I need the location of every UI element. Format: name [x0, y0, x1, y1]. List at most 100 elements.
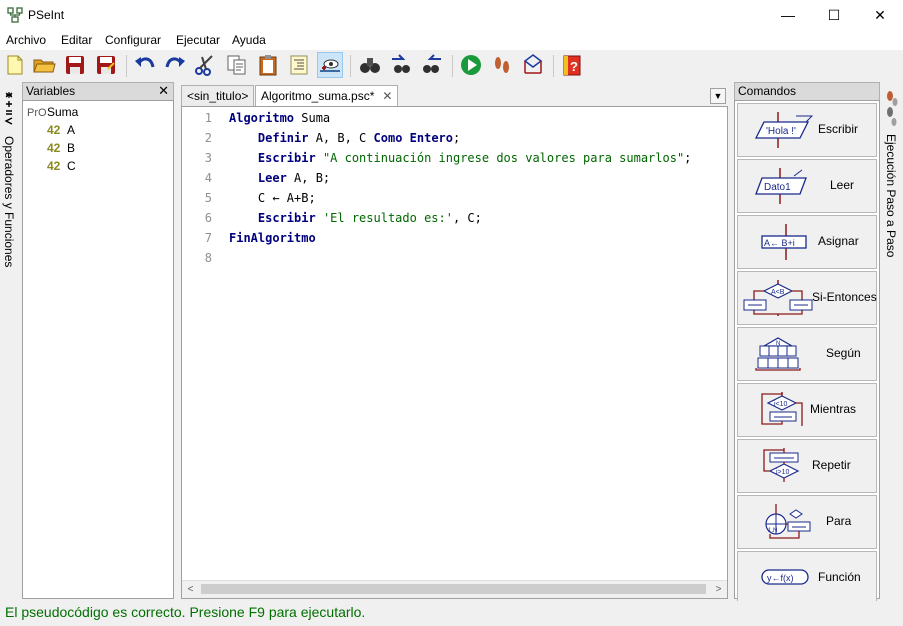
window-title: PSeInt: [28, 8, 65, 22]
cmd-label: Leer: [830, 178, 855, 192]
horizontal-scrollbar[interactable]: < >: [182, 580, 727, 598]
find-prev-icon[interactable]: [389, 53, 413, 77]
cmd-label: Según: [826, 346, 861, 360]
code-line[interactable]: FinAlgoritmo: [229, 231, 316, 245]
tab-label: <sin_titulo>: [187, 89, 249, 103]
maximize-button[interactable]: ☐: [811, 0, 857, 30]
code-line[interactable]: Definir A, B, C Como Entero;: [229, 131, 460, 145]
open-folder-icon[interactable]: [32, 53, 56, 77]
cmd-segun-button[interactable]: N Según: [737, 327, 877, 381]
repeat-loop-icon: i>10: [763, 448, 800, 482]
menu-ayuda[interactable]: Ayuda: [232, 33, 266, 47]
step-execution-panel-tab[interactable]: Ejecución Paso a Paso: [882, 84, 902, 599]
cmd-icon-text: Dato1: [764, 182, 791, 193]
assign-statement-icon: A← B+i: [761, 224, 807, 260]
cmd-icon-text: A← B+i: [764, 238, 795, 248]
menu-editar[interactable]: Editar: [61, 33, 92, 47]
cmd-si-entonces-button[interactable]: A<B Si-Entonces: [737, 271, 877, 325]
step-execution-label: Ejecución Paso a Paso: [884, 134, 898, 258]
tab-label: Algoritmo_suma.psc*: [261, 89, 375, 103]
cmd-repetir-button[interactable]: i>10 Repetir: [737, 439, 877, 493]
cmd-asignar-button[interactable]: A← B+i Asignar: [737, 215, 877, 269]
cmd-icon-text: y←f(x): [767, 573, 794, 583]
editor-area: <sin_titulo> Algoritmo_suma.psc* ✕ ▼ < > …: [181, 84, 728, 599]
help-icon[interactable]: ?: [560, 53, 584, 77]
cmd-leer-button[interactable]: Dato1 Leer: [737, 159, 877, 213]
code-text: ;: [684, 151, 692, 165]
cut-icon[interactable]: [193, 53, 217, 77]
code-keyword: Leer: [257, 171, 287, 185]
tree-item-variable[interactable]: 42 C: [47, 158, 76, 174]
undo-icon[interactable]: [133, 53, 157, 77]
code-line[interactable]: C ← A+B;: [229, 191, 316, 205]
cmd-icon-text: i<10: [774, 401, 788, 408]
cmd-funcion-button[interactable]: y←f(x) Función: [737, 551, 877, 605]
close-window-button[interactable]: ✕: [857, 0, 903, 30]
operators-panel-label: Operadores y Funciones: [2, 136, 16, 268]
flowchart-icon[interactable]: [521, 53, 545, 77]
cmd-escribir-button[interactable]: 'Hola !' Escribir: [737, 103, 877, 157]
code-line[interactable]: Algoritmo Suma: [229, 111, 330, 125]
save-icon[interactable]: [63, 53, 87, 77]
tree-root-label: Suma: [47, 105, 79, 119]
code-line[interactable]: Escribir "A continuación ingrese dos val…: [229, 151, 692, 165]
search-binoculars-icon[interactable]: [358, 53, 382, 77]
variable-name: C: [67, 159, 76, 173]
toolbar-separator: [350, 55, 351, 77]
step-by-step-icon[interactable]: [490, 53, 514, 77]
line-number: 2: [204, 131, 212, 145]
tree-root-suma[interactable]: PrOSuma: [27, 104, 78, 120]
find-next-icon[interactable]: [420, 53, 444, 77]
footsteps-icon: [887, 91, 898, 126]
code-line[interactable]: Leer A, B;: [229, 171, 330, 185]
tabs-dropdown-icon[interactable]: ▼: [710, 88, 726, 104]
toolbar-separator: [452, 55, 453, 77]
paste-icon[interactable]: [256, 53, 280, 77]
scroll-left-icon[interactable]: <: [182, 581, 199, 598]
commands-list: 'Hola !' Escribir Dato1 Leer A← B+i Asig…: [734, 100, 880, 605]
find-variable-icon[interactable]: [317, 52, 343, 78]
cmd-mientras-button[interactable]: i<10 Mientras: [737, 383, 877, 437]
line-number: 7: [204, 231, 212, 245]
scroll-right-icon[interactable]: >: [710, 581, 727, 598]
status-bar: El pseudocódigo es correcto. Presione F9…: [0, 601, 903, 626]
code-text: C ← A+B;: [229, 191, 316, 205]
tree-item-variable[interactable]: 42 A: [47, 122, 75, 138]
code-keyword: Definir: [257, 131, 309, 145]
cmd-para-button[interactable]: 1,N Para: [737, 495, 877, 549]
variables-close-icon[interactable]: ✕: [158, 83, 169, 99]
new-file-icon[interactable]: [3, 53, 27, 77]
commands-panel-header: Comandos: [734, 82, 880, 101]
save-as-icon[interactable]: [94, 53, 118, 77]
process-icon: PrO: [27, 107, 47, 119]
if-then-icon: A<B: [743, 280, 813, 316]
menu-archivo[interactable]: Archivo: [6, 33, 46, 47]
copy-icon[interactable]: [225, 53, 249, 77]
code-string: 'El resultado es:': [322, 211, 453, 225]
code-text: , C;: [452, 211, 482, 225]
code-keyword: Como Entero: [373, 131, 453, 145]
indent-icon[interactable]: [287, 53, 311, 77]
code-text: A, B;: [286, 171, 331, 185]
run-icon[interactable]: [459, 53, 483, 77]
minimize-button[interactable]: —: [765, 0, 811, 30]
cmd-icon-text: i>10: [776, 469, 790, 476]
line-number: 6: [204, 211, 212, 225]
redo-icon[interactable]: [163, 53, 187, 77]
code-editor[interactable]: < > 1 2 3 4 5 6 7 8 Algoritmo Suma Definir A, B,…: [181, 106, 728, 599]
operators-panel-tab[interactable]: Operadores y Funciones: [0, 84, 18, 599]
numeric-type-icon: 42: [47, 123, 61, 137]
code-line[interactable]: Escribir 'El resultado es:', C;: [229, 211, 482, 225]
tab-algoritmo-suma[interactable]: Algoritmo_suma.psc* ✕: [255, 85, 399, 106]
tab-sin-titulo[interactable]: <sin_titulo>: [181, 85, 255, 106]
function-icon: y←f(x): [761, 569, 809, 585]
tree-item-variable[interactable]: 42 B: [47, 140, 75, 156]
scrollbar-thumb[interactable]: [201, 584, 706, 594]
toolbar: ?: [0, 50, 903, 81]
code-keyword: Escribir: [257, 211, 316, 225]
menu-configurar[interactable]: Configurar: [105, 33, 161, 47]
code-keyword: Algoritmo: [229, 111, 295, 125]
menu-ejecutar[interactable]: Ejecutar: [176, 33, 220, 47]
tab-close-icon[interactable]: ✕: [382, 89, 392, 103]
